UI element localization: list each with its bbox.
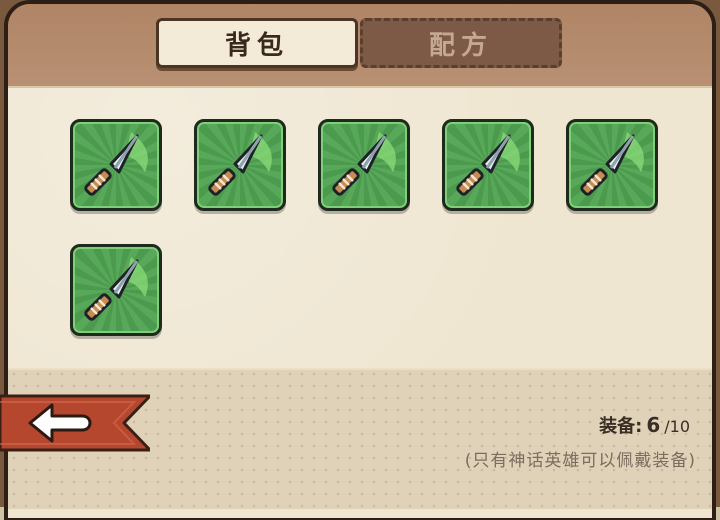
- spear-icon: [84, 132, 148, 196]
- equip-count: 6: [646, 413, 661, 437]
- inventory-slot[interactable]: [70, 119, 162, 211]
- tab-backpack[interactable]: 背包: [156, 18, 358, 68]
- back-button[interactable]: [0, 392, 152, 454]
- ribbon-banner: [0, 394, 152, 452]
- inventory-slot[interactable]: [566, 119, 658, 211]
- inventory-slot[interactable]: [442, 119, 534, 211]
- spear-icon: [580, 132, 644, 196]
- equip-note: (只有神话英雄可以佩戴装备): [464, 451, 696, 471]
- spear-icon: [332, 132, 396, 196]
- equip-status: 装备: 6/10: [599, 412, 690, 438]
- spear-icon: [456, 132, 520, 196]
- spear-icon: [84, 257, 148, 321]
- inventory-slot[interactable]: [318, 119, 410, 211]
- spear-icon: [208, 132, 272, 196]
- equip-max: /10: [664, 417, 690, 436]
- inventory-slot[interactable]: [70, 244, 162, 336]
- tab-recipes[interactable]: 配方: [360, 18, 562, 68]
- equip-label: 装备:: [599, 416, 643, 437]
- inventory-slot[interactable]: [194, 119, 286, 211]
